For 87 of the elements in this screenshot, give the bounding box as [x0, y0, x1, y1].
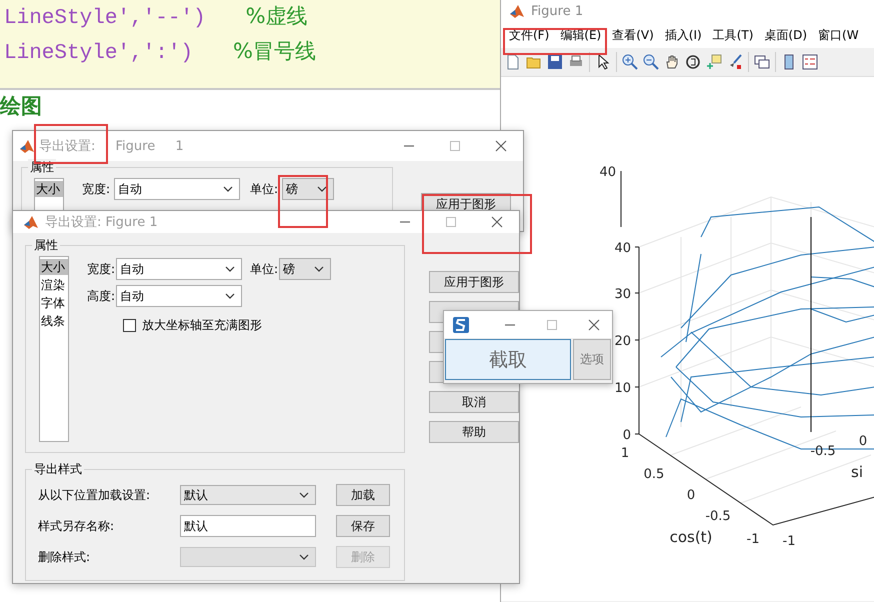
close-icon [491, 216, 503, 228]
section-heading: 绘图 [0, 93, 42, 120]
axis-tick-label: 0 [686, 488, 696, 503]
maximize-icon [449, 140, 461, 152]
chevron-down-icon [314, 266, 324, 272]
axis-tick-label: 40 [614, 241, 631, 256]
chevron-down-icon [223, 186, 234, 192]
axis-tick-label: -0.5 [705, 509, 731, 524]
axis-tick-label: -1 [746, 532, 760, 547]
hand-icon[interactable] [664, 54, 680, 70]
code-text: LineStyle',':') [4, 42, 194, 65]
text-field[interactable]: 默认 [180, 515, 316, 537]
axis-tick-label: 20 [614, 334, 631, 349]
new-snip-button[interactable]: 截取 [445, 339, 571, 380]
checkbox-label: 放大坐标轴至充满图形 [142, 317, 262, 334]
list-item[interactable]: 渲染 [40, 277, 68, 293]
dialog-button[interactable]: 应用于图形 [429, 271, 519, 293]
axis-tick-label: 0 [858, 434, 868, 449]
field-label: 单位: [250, 181, 278, 198]
axis-tick-label: 0.5 [644, 467, 664, 482]
window-title: 导出设置: Figure 1 [45, 214, 159, 231]
close-icon [495, 140, 507, 152]
legend-icon[interactable] [802, 54, 818, 70]
linked-windows-icon[interactable] [754, 54, 770, 70]
axis-tick-label: -1 [782, 534, 796, 549]
chevron-down-icon [299, 554, 309, 560]
code-comment: %冒号线 [233, 39, 316, 63]
axis-tick-label: 1 [620, 446, 630, 461]
menu-item[interactable]: 窗口(W [818, 26, 859, 44]
code-comment: %虚线 [246, 4, 308, 28]
window-title: Figure 1 [531, 4, 584, 18]
axis-tick-label: 0 [622, 428, 631, 443]
chevron-down-icon [225, 266, 236, 272]
field-label: 高度: [87, 288, 116, 305]
style-button[interactable]: 加载 [336, 484, 390, 506]
group-label: 属性 [32, 237, 60, 254]
dropdown[interactable]: 自动 [116, 285, 242, 307]
menu-item[interactable]: 工具(T) [712, 26, 754, 44]
zoom-out-icon[interactable] [643, 54, 659, 70]
field-label: 删除样式: [38, 548, 92, 566]
axis-tick-label: 10 [614, 381, 631, 396]
peak-logo-icon [23, 214, 39, 230]
dropdown[interactable]: 磅 [279, 258, 332, 280]
chevron-down-icon [299, 492, 309, 498]
menu-item[interactable]: 编辑(E) [560, 26, 602, 44]
dialog-button[interactable]: 帮助 [429, 421, 519, 443]
field-label: 宽度: [82, 181, 110, 198]
axis-label: cos(t) [670, 528, 712, 546]
field-label: 样式另存名称: [38, 518, 116, 534]
menu-item[interactable]: 桌面(D) [764, 26, 808, 44]
dropdown[interactable]: 磅 [282, 178, 334, 200]
menu-item[interactable]: 文件(F) [509, 26, 550, 44]
menu-item[interactable]: 插入(I) [664, 26, 702, 44]
peak-logo-icon [19, 138, 35, 154]
window-title: 导出设置: Figure 1 [39, 138, 185, 155]
maximize-icon [445, 216, 457, 228]
list-item[interactable]: 线条 [40, 313, 68, 329]
rotate-icon[interactable] [685, 54, 701, 70]
list-item[interactable]: 大小 [35, 181, 63, 197]
chevron-down-icon [225, 293, 236, 299]
code-text: LineStyle','--') [4, 7, 206, 30]
chevron-down-icon [317, 186, 328, 192]
field-label: 单位: [250, 261, 278, 278]
list-item[interactable]: 字体 [40, 295, 68, 311]
new-file-icon[interactable] [505, 54, 521, 70]
axis-tick-label: 40 [599, 165, 616, 180]
axis-label: si [851, 463, 863, 481]
dropdown[interactable]: 自动 [114, 178, 240, 200]
highlight-box [278, 175, 328, 228]
close-icon [588, 318, 600, 330]
menu-item[interactable]: 查看(V) [612, 26, 654, 44]
save-icon[interactable] [547, 54, 563, 70]
data-tip-icon[interactable] [706, 54, 722, 70]
peak-logo-icon [509, 3, 525, 19]
axis-tick-label: 30 [614, 287, 631, 302]
field-label: 宽度: [87, 261, 116, 278]
field-label: 从以下位置加载设置: [38, 486, 152, 504]
zoom-in-icon[interactable] [622, 54, 638, 70]
list-item[interactable]: 大小 [40, 259, 68, 275]
maximize-icon [546, 318, 558, 330]
checkbox[interactable] [123, 319, 136, 332]
scissors-app-icon [453, 316, 469, 332]
style-button[interactable]: 保存 [336, 515, 390, 537]
group-label: 导出样式 [32, 461, 84, 478]
dialog-button[interactable]: 取消 [429, 391, 519, 413]
dropdown[interactable]: 默认 [180, 485, 316, 505]
dropdown[interactable]: 自动 [116, 258, 242, 280]
